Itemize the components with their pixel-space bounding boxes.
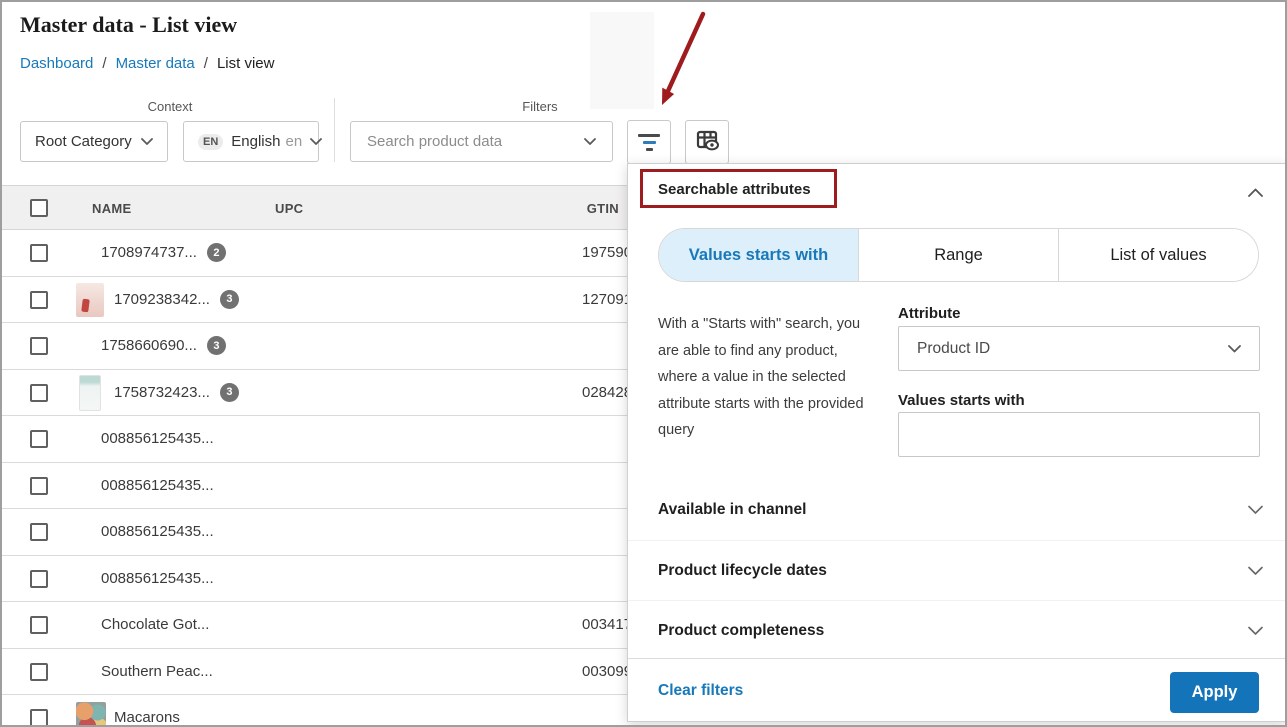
- filters-group-label: Filters: [522, 99, 558, 114]
- column-visibility-button[interactable]: [685, 120, 729, 164]
- row-checkbox[interactable]: [30, 337, 48, 355]
- row-checkbox[interactable]: [30, 476, 48, 495]
- row-name[interactable]: 1708974737...: [101, 244, 197, 261]
- row-name[interactable]: 008856125435...: [101, 430, 214, 447]
- filters-panel: Searchable attributes Values starts with…: [627, 163, 1285, 723]
- language-code: en: [285, 133, 303, 150]
- row-checkbox[interactable]: [30, 616, 48, 634]
- column-header-name[interactable]: NAME: [92, 201, 131, 216]
- tab-values-starts-with[interactable]: Values starts with: [659, 229, 858, 281]
- accordion-product-completeness[interactable]: Product completeness: [628, 600, 1285, 660]
- attribute-select[interactable]: Product ID: [898, 326, 1260, 371]
- row-name[interactable]: 008856125435...: [101, 477, 214, 494]
- row-checkbox[interactable]: [30, 244, 48, 262]
- clear-filters-link[interactable]: Clear filters: [658, 682, 743, 700]
- language-badge: EN: [198, 133, 224, 150]
- product-thumbnail: [76, 282, 104, 317]
- values-starts-with-input[interactable]: [898, 412, 1260, 457]
- product-thumbnail: [79, 374, 101, 411]
- breadcrumb-dashboard[interactable]: Dashboard: [20, 55, 93, 72]
- chevron-down-icon: [1228, 344, 1241, 353]
- row-gtin: 003099: [582, 662, 633, 680]
- values-starts-with-label: Values starts with: [898, 392, 1025, 409]
- filter-icon: [638, 133, 660, 151]
- product-thumbnail: [76, 702, 106, 725]
- search-placeholder: Search product data: [367, 133, 503, 150]
- accordion-title: Product completeness: [658, 621, 825, 639]
- row-name[interactable]: 1758660690...: [101, 337, 197, 354]
- chevron-down-icon: [310, 138, 323, 145]
- search-mode-tabs: Values starts with Range List of values: [658, 228, 1259, 282]
- row-gtin: 127091: [582, 290, 633, 308]
- row-checkbox[interactable]: [30, 662, 48, 681]
- search-product-dropdown[interactable]: Search product data: [350, 121, 613, 162]
- breadcrumb-separator: /: [203, 55, 208, 72]
- breadcrumb-current: List view: [216, 55, 275, 72]
- watermark-area: [590, 12, 654, 109]
- row-name[interactable]: Macarons: [114, 709, 180, 725]
- app-window: Master data - List view Dashboard / Mast…: [0, 0, 1287, 727]
- row-name[interactable]: 008856125435...: [101, 570, 214, 587]
- filters-panel-button[interactable]: [627, 120, 671, 164]
- select-all-checkbox[interactable]: [30, 199, 48, 217]
- row-name[interactable]: 1709238342...: [114, 291, 210, 308]
- row-checkbox[interactable]: [30, 569, 48, 588]
- row-name[interactable]: Southern Peac...: [101, 663, 213, 680]
- row-checkbox[interactable]: [30, 709, 48, 725]
- chevron-down-icon: [141, 138, 153, 145]
- accordion-available-in-channel[interactable]: Available in channel: [628, 480, 1285, 540]
- collapse-panel-section[interactable]: [1248, 184, 1263, 202]
- chevron-down-icon: [584, 138, 596, 145]
- row-name[interactable]: 008856125435...: [101, 523, 214, 540]
- variant-count-badge: 3: [219, 382, 239, 402]
- chevron-down-icon: [1248, 505, 1263, 515]
- row-checkbox[interactable]: [30, 523, 48, 541]
- row-gtin: 003417: [582, 616, 633, 634]
- page-title: Master data - List view: [20, 12, 238, 37]
- variant-count-badge: 3: [219, 289, 239, 309]
- row-name[interactable]: Chocolate Got...: [101, 616, 209, 633]
- breadcrumb: Dashboard / Master data / List view: [20, 55, 274, 72]
- attribute-label: Attribute: [898, 305, 961, 322]
- chevron-down-icon: [1248, 566, 1263, 575]
- search-mode-description: With a "Starts with" search, you are abl…: [658, 316, 864, 438]
- variant-count-badge: 3: [206, 336, 226, 356]
- category-dropdown-value: Root Category: [35, 133, 132, 150]
- column-header-upc[interactable]: UPC: [275, 201, 303, 216]
- column-header-gtin[interactable]: GTIN: [552, 201, 619, 216]
- chevron-down-icon: [1248, 626, 1263, 635]
- context-group-label: Context: [147, 99, 193, 114]
- chevron-up-icon: [1248, 184, 1263, 202]
- row-checkbox[interactable]: [30, 290, 48, 309]
- category-dropdown[interactable]: Root Category: [20, 121, 168, 162]
- accordion-title: Product lifecycle dates: [658, 561, 827, 579]
- accordion-product-lifecycle-dates[interactable]: Product lifecycle dates: [628, 540, 1285, 600]
- row-checkbox[interactable]: [30, 430, 48, 448]
- panel-footer: Clear filters Apply: [628, 658, 1285, 723]
- attribute-select-value: Product ID: [917, 339, 991, 357]
- breadcrumb-master-data[interactable]: Master data: [116, 55, 195, 72]
- language-dropdown-value: English: [231, 133, 281, 150]
- breadcrumb-separator: /: [102, 55, 107, 72]
- variant-count-badge: 2: [206, 243, 226, 263]
- tab-range[interactable]: Range: [858, 229, 1058, 281]
- column-visibility-icon: [695, 128, 720, 157]
- panel-title: Searchable attributes: [658, 181, 811, 198]
- apply-button[interactable]: Apply: [1170, 672, 1259, 713]
- row-name[interactable]: 1758732423...: [114, 384, 210, 401]
- toolbar-divider: [334, 98, 335, 162]
- tab-list-of-values[interactable]: List of values: [1058, 229, 1258, 281]
- language-dropdown[interactable]: EN English en: [183, 121, 323, 162]
- row-gtin: 197590: [582, 244, 633, 262]
- accordion-title: Available in channel: [658, 501, 807, 518]
- row-gtin: 028428: [582, 383, 633, 401]
- row-checkbox[interactable]: [30, 383, 48, 402]
